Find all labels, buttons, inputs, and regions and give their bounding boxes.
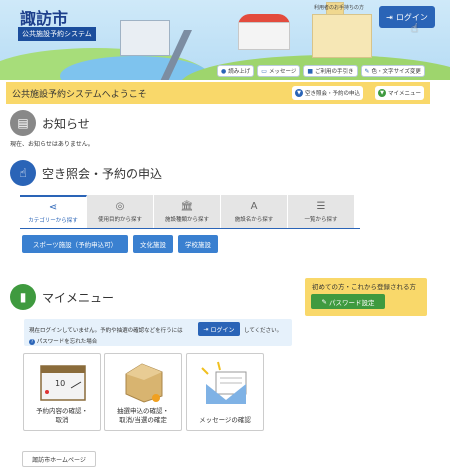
read-aloud-label: 読み上げ (228, 69, 251, 75)
thumbs-up-icon: ☝ (10, 160, 36, 186)
school-facility-button[interactable]: 学校施設 (178, 235, 218, 253)
card-label: 取消 (55, 416, 69, 424)
login-note-label: ログイン (210, 326, 235, 334)
question-icon: ? (29, 339, 35, 345)
card-label: メッセージの確認 (199, 416, 251, 424)
svg-text:10: 10 (55, 379, 65, 388)
city-logo[interactable]: 諏訪市 (20, 5, 68, 29)
bookmark-icon: ▮ (10, 284, 36, 310)
mymenu-jump-label: マイメニュー (388, 91, 422, 97)
tab-label: 施設種類から探す (164, 216, 209, 223)
tab-label: 一覧から探す (304, 216, 338, 223)
tab-label: 使用目的から探す (97, 216, 142, 223)
chat-icon: ▭ (261, 67, 267, 75)
login-note-button[interactable]: ⇥ ログイン (198, 322, 240, 336)
card-label: 抽選申込の確認・ (117, 407, 169, 415)
tab-purpose[interactable]: ◎ 使用目的から探す (87, 195, 154, 228)
search-jump-button[interactable]: ▼ 空き照会・予約の申込 (292, 86, 364, 100)
building-decoration (312, 14, 372, 58)
target-icon: ◎ (115, 200, 125, 212)
tab-list[interactable]: ☰ 一覧から探す (288, 195, 355, 228)
arrow-down-icon: ▼ (295, 89, 303, 97)
pencil-icon: ✎ (321, 297, 327, 306)
display-settings-button[interactable]: ✎ 色・文字サイズ変更 (360, 65, 425, 77)
building-decoration (120, 20, 170, 56)
search-tabs: ⋖ カテゴリーから探す ◎ 使用目的から探す 🏛 施設種類から探す A 施設名か… (20, 195, 355, 228)
tab-facility-name[interactable]: A 施設名から探す (221, 195, 288, 228)
mymenu-title: マイメニュー (42, 290, 115, 305)
news-text: 現在、お知らせはありません。 (10, 141, 94, 148)
guide-button[interactable]: ■ ご利用の手引き (303, 65, 358, 77)
header-banner: 諏訪市 公共施設予約システム 利用者のお手持ちの方 ⇥ ログイン ☝ ● 読み上… (0, 0, 450, 80)
book-icon: ■ (307, 67, 313, 75)
building-icon: 🏛 (180, 200, 194, 212)
tab-label: 施設名から探す (234, 216, 274, 223)
login-icon: ⇥ (386, 12, 393, 22)
mymenu-jump-button[interactable]: ▼ マイメニュー (375, 86, 425, 100)
news-header: ▤ お知らせ (10, 110, 90, 136)
card-label: 予約内容の確認・ (36, 407, 88, 415)
search-jump-label: 空き照会・予約の申込 (305, 91, 361, 97)
building-decoration (238, 22, 290, 50)
toolbar: ● 読み上げ ▭ メッセージ ■ ご利用の手引き ✎ 色・文字サイズ変更 (217, 65, 425, 77)
search-header: ☝ 空き照会・予約の申込 (10, 160, 162, 186)
message-check-card[interactable]: メッセージの確認 (186, 353, 264, 431)
microphone-icon: ● (221, 67, 227, 75)
letter-a-icon: A (250, 200, 258, 212)
login-icon: ⇥ (203, 325, 209, 333)
login-button[interactable]: ⇥ ログイン (379, 6, 435, 28)
culture-facility-button[interactable]: 文化施設 (133, 235, 173, 253)
login-note-text: 現在ログインしていません。予約や抽選の確認などを行うには (29, 328, 183, 334)
tab-label: カテゴリーから探す (28, 217, 78, 224)
list-icon: ☰ (316, 200, 326, 212)
card-label: 取消/当選の確定 (119, 416, 167, 424)
share-icon: ⋖ (48, 201, 58, 213)
tab-facility-type[interactable]: 🏛 施設種類から探す (154, 195, 221, 228)
envelope-icon (201, 361, 247, 404)
forgot-password-link[interactable]: ? パスワードを忘れた場合 (29, 337, 97, 345)
lottery-icon (125, 363, 163, 403)
password-setting-label: パスワード設定 (328, 298, 375, 307)
notice-link[interactable]: 利用者のお手持ちの方 (314, 4, 364, 11)
news-title: お知らせ (42, 116, 90, 131)
lottery-check-card[interactable]: 抽選申込の確認・ 取消/当選の確定 (104, 353, 182, 431)
brush-icon: ✎ (364, 67, 370, 75)
tab-category[interactable]: ⋖ カテゴリーから探す (20, 195, 87, 228)
newspaper-icon: ▤ (10, 110, 36, 136)
hand-cursor-icon: ☝ (411, 21, 419, 35)
system-name: 公共施設予約システム (18, 27, 96, 41)
read-aloud-button[interactable]: ● 読み上げ (217, 65, 255, 77)
calendar-icon: 10 (40, 365, 86, 401)
welcome-title: 公共施設予約システムへようこそ (12, 89, 147, 100)
message-button[interactable]: ▭ メッセージ (257, 65, 301, 77)
mymenu-header: ▮ マイメニュー (10, 284, 114, 310)
reservation-check-card[interactable]: 10 予約内容の確認・ 取消 (23, 353, 101, 431)
sports-facility-button[interactable]: スポーツ施設（予約申込可） (22, 235, 128, 253)
search-title: 空き照会・予約の申込 (42, 166, 163, 181)
arrow-down-icon: ▼ (378, 89, 386, 97)
city-homepage-link[interactable]: 諏訪市ホームページ (22, 451, 96, 467)
display-settings-label: 色・文字サイズ変更 (371, 69, 421, 75)
tab-underline (20, 228, 360, 229)
message-label: メッセージ (268, 69, 297, 75)
password-setting-button[interactable]: ✎ パスワード設定 (311, 294, 385, 309)
guide-label: ご利用の手引き (315, 69, 354, 75)
login-note-text-after: してください。 (244, 328, 283, 334)
forgot-password-label: パスワードを忘れた場合 (36, 339, 98, 345)
first-time-text: 初めての方・これから登録される方 (312, 283, 416, 291)
welcome-bar: 公共施設予約システムへようこそ ▼ 空き照会・予約の申込 ▼ マイメニュー (6, 82, 430, 104)
